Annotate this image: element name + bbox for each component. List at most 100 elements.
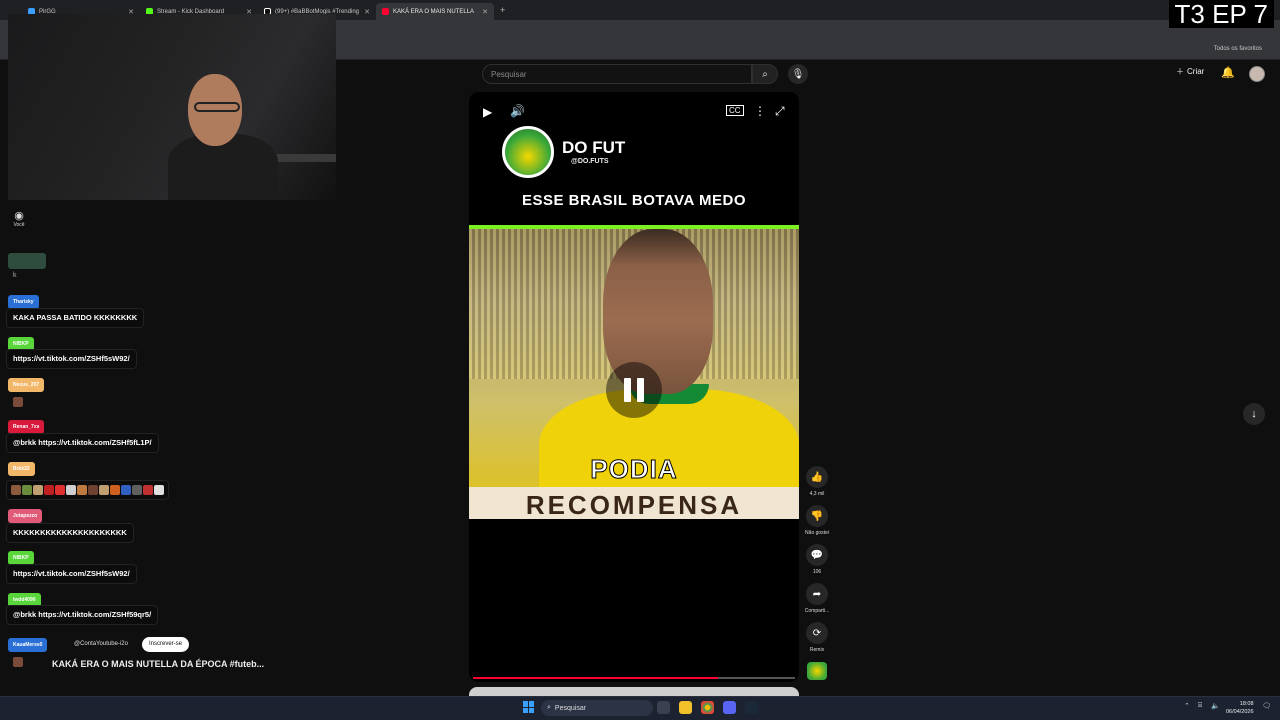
share-icon[interactable]: ➦ [806, 583, 828, 605]
shorts-player[interactable]: DO FUT @DO.FUTS ESSE BRASIL BOTAVA MEDO … [469, 92, 799, 682]
chat-message: https://vt.tiktok.com/ZSHf5sW92/ [6, 349, 137, 369]
user-circle-icon: ◉ [14, 210, 24, 222]
chat-username-chip: Renan_7xs [8, 420, 45, 434]
chat-emote-row [6, 480, 169, 500]
chat-message: @brkk https://vt.tiktok.com/ZSHf59qr5/ [6, 605, 159, 625]
share-action[interactable]: ➦ Comparti... [802, 583, 832, 614]
emote-icon [66, 485, 76, 495]
emote-icon [33, 485, 43, 495]
volume-icon[interactable]: 🔊 [510, 104, 525, 118]
search-icon: ⌕ [762, 68, 768, 80]
taskbar-search-label: Pesquisar [554, 704, 587, 712]
taskbar-search[interactable]: ⌕ Pesquisar [541, 700, 653, 716]
comments-action[interactable]: 💬 106 [802, 544, 832, 575]
close-icon[interactable]: ✕ [482, 8, 488, 16]
overlay-channel-handle: @DO.FUTS [571, 158, 609, 165]
chat-message: https://vt.tiktok.com/ZSHf5sW92/ [6, 564, 137, 584]
search-icon: ⌕ [547, 704, 551, 711]
emote-icon [44, 485, 54, 495]
emote-icon [132, 485, 142, 495]
video-caption-primary: PODIA [590, 454, 678, 485]
chat-username-chip: Brkk22 [8, 462, 35, 476]
chat-username-chip: Jotapezzo [8, 509, 43, 523]
subscribe-button[interactable]: Inscrever-se [142, 637, 190, 652]
pause-button[interactable] [606, 362, 662, 418]
create-label: Criar [1187, 67, 1205, 76]
sound-thumbnail[interactable] [807, 662, 827, 680]
start-button[interactable] [523, 701, 535, 713]
search-input[interactable]: Pesquisar [482, 64, 752, 84]
channel-handle[interactable]: @ContaYoutube-i2o [74, 641, 128, 647]
clock[interactable]: 18:08 06/04/2026 [1226, 700, 1254, 716]
plus-icon: ＋ [1176, 67, 1184, 76]
emote-icon [99, 485, 109, 495]
video-headline: ESSE BRASIL BOTAVA MEDO [521, 192, 747, 209]
chat-emote-icon [13, 397, 23, 407]
chat-message: KAKA PASSA BATIDO KKKKKKKK [6, 308, 145, 328]
speaker-icon[interactable]: 🔈 [1211, 702, 1220, 710]
webcam-overlay [8, 14, 336, 200]
discord-icon[interactable] [723, 701, 736, 714]
chat-username-chip: Nexus_207 [8, 378, 45, 392]
emote-icon [110, 485, 120, 495]
more-options-icon[interactable]: ⋮ [754, 104, 766, 118]
webcam-glasses [194, 102, 240, 112]
progress-bar[interactable] [473, 677, 795, 679]
all-bookmarks-link[interactable]: Todos os favoritos [1214, 46, 1262, 52]
clock-date: 06/04/2026 [1226, 709, 1254, 715]
chat-you-indicator: ◉ Você [10, 209, 28, 228]
voice-search-button[interactable]: 🎙 [788, 64, 808, 84]
create-button[interactable]: ＋ Criar [1176, 66, 1204, 77]
notification-icon[interactable]: 🗨 [1262, 702, 1271, 710]
windows-logo-icon [523, 701, 528, 707]
video-title[interactable]: KAKÁ ERA O MAIS NUTELLA DA ÉPOCA #futeb.… [52, 659, 264, 669]
task-view-icon[interactable] [657, 701, 670, 714]
like-action[interactable]: 👍 4,3 mil [802, 466, 832, 497]
emote-icon [22, 485, 32, 495]
emote-icon [143, 485, 153, 495]
network-icon[interactable]: ⌸ [1198, 702, 1202, 710]
video-caption-secondary: RECOMPENSA [525, 490, 743, 520]
notifications-bell-icon[interactable]: 🔔 [1221, 66, 1235, 79]
emote-icon [88, 485, 98, 495]
next-video-arrow-icon[interactable]: ↓ [1243, 403, 1265, 425]
chrome-icon[interactable] [701, 701, 714, 714]
chat-username-chip: Tharisky [8, 295, 39, 309]
thumbs-down-icon[interactable]: 👎 [806, 505, 828, 527]
new-tab-button[interactable]: + [500, 5, 505, 15]
youtube-icon [382, 8, 389, 15]
fullscreen-icon[interactable]: ⤢ [775, 104, 785, 119]
emote-icon [11, 485, 21, 495]
comment-icon[interactable]: 💬 [806, 544, 828, 566]
mic-icon: 🎙 [791, 68, 805, 80]
like-count: 4,3 mil [809, 491, 825, 497]
tab-label: KAKÁ ERA O MAIS NUTELLA [393, 8, 475, 15]
dislike-action[interactable]: 👎 Não gostei [802, 505, 832, 536]
progress-fill [473, 677, 718, 679]
emote-icon [77, 485, 87, 495]
overlay-channel-name: DO FUT [562, 138, 626, 157]
next-video-peek[interactable] [469, 687, 799, 696]
tray-chevron-icon[interactable]: ⌃ [1184, 702, 1190, 710]
close-icon[interactable]: ✕ [364, 8, 370, 16]
windows-logo-icon [529, 701, 534, 707]
remix-action[interactable]: ⟳ Remix [802, 622, 832, 653]
pause-icon-bar [624, 378, 631, 402]
share-label: Comparti... [804, 608, 830, 614]
captions-icon[interactable]: CC [726, 105, 744, 116]
search-button[interactable]: ⌕ [752, 64, 778, 84]
channel-logo [502, 126, 554, 178]
file-explorer-icon[interactable] [679, 701, 692, 714]
thumbs-up-icon[interactable]: 👍 [806, 466, 828, 488]
chat-username-chip: KauaMerss0 [8, 638, 48, 652]
chat-message-text: k [13, 272, 17, 279]
windows-logo-icon [529, 707, 534, 713]
steam-icon[interactable] [745, 701, 758, 714]
pause-icon-bar [637, 378, 644, 402]
tab-youtube-short[interactable]: KAKÁ ERA O MAIS NUTELLA ✕ [376, 3, 494, 20]
remix-icon[interactable]: ⟳ [806, 622, 828, 644]
chat-message: KKKKKKKKKKKKKKKKKKKKK [6, 523, 134, 543]
avatar[interactable] [1249, 66, 1265, 82]
episode-tag: T3 EP 7 [1168, 0, 1274, 28]
play-icon[interactable]: ▶ [483, 105, 492, 119]
